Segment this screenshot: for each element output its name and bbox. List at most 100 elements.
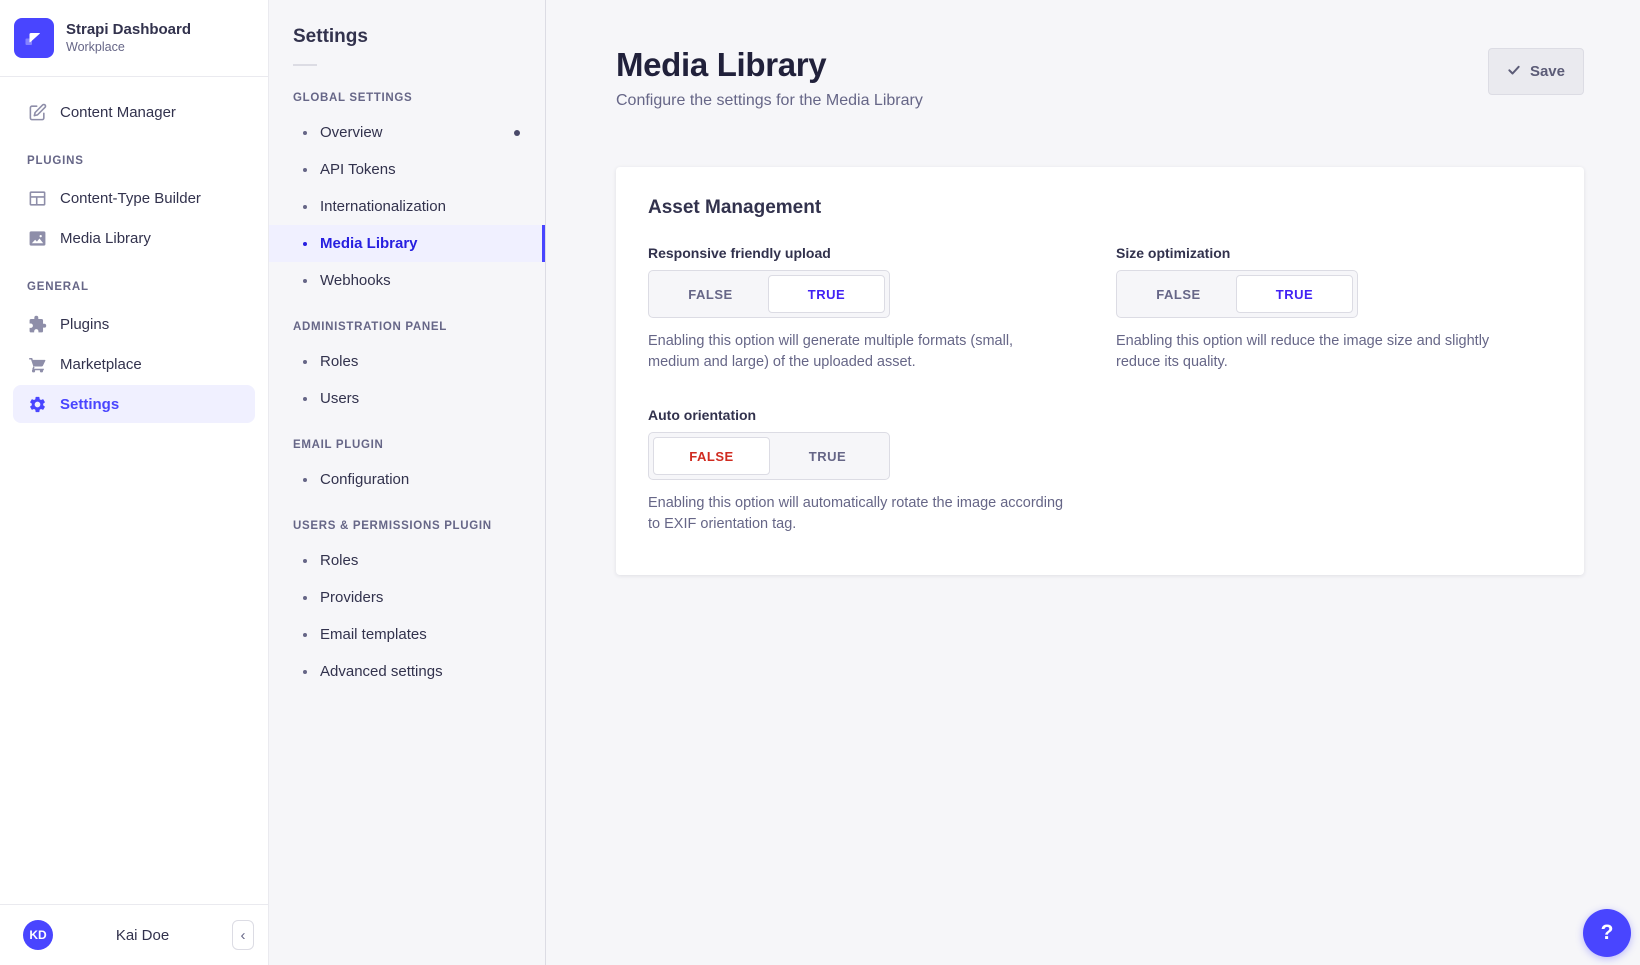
collapse-sidebar-button[interactable]: ‹: [232, 920, 254, 950]
subnav-item-overview[interactable]: Overview: [269, 114, 545, 151]
subnav-section-users-permissions-plugin: USERS & PERMISSIONS PLUGIN: [269, 498, 545, 542]
subnav-section-administration-panel: ADMINISTRATION PANEL: [269, 299, 545, 343]
sidebar-item-label: Marketplace: [60, 356, 142, 373]
bullet-dot: [303, 478, 307, 482]
layout-icon: [27, 188, 47, 208]
nav-section-plugins: PLUGINS: [0, 133, 268, 177]
subnav-item-email-configuration[interactable]: Configuration: [269, 461, 545, 498]
subnav-section-email-plugin: EMAIL PLUGIN: [269, 417, 545, 461]
subnav-item-label: Overview: [320, 124, 383, 141]
subnav-section-global-settings: GLOBAL SETTINGS: [269, 70, 545, 114]
page-header: Media Library Configure the settings for…: [616, 0, 1584, 110]
notification-dot: [514, 130, 520, 136]
subnav-divider: [293, 64, 317, 66]
sidebar-item-marketplace[interactable]: Marketplace: [13, 345, 255, 383]
subnav-item-media-library[interactable]: Media Library: [269, 225, 545, 262]
subnav-item-label: Providers: [320, 589, 383, 606]
sidebar-item-label: Plugins: [60, 316, 109, 333]
workspace-brand[interactable]: Strapi Dashboard Workplace: [0, 0, 268, 77]
bullet-dot: [303, 279, 307, 283]
toggle-option-true[interactable]: TRUE: [768, 275, 885, 313]
main-content: Media Library Configure the settings for…: [546, 0, 1640, 965]
responsive-friendly-upload-toggle: FALSE TRUE: [648, 270, 890, 318]
toggle-option-true[interactable]: TRUE: [770, 437, 885, 475]
subnav-item-label: Roles: [320, 353, 358, 370]
subnav-item-up-roles[interactable]: Roles: [269, 542, 545, 579]
sidebar-item-label: Content Manager: [60, 104, 176, 121]
cart-icon: [27, 354, 47, 374]
page-title: Media Library: [616, 46, 923, 84]
sidebar-item-label: Content-Type Builder: [60, 190, 201, 207]
subnav-item-advanced-settings[interactable]: Advanced settings: [269, 653, 545, 690]
subnav-item-label: Media Library: [320, 235, 418, 252]
bullet-dot: [303, 559, 307, 563]
field-auto-orientation: Auto orientation FALSE TRUE Enabling thi…: [648, 407, 1084, 535]
fields-grid: Responsive friendly upload FALSE TRUE En…: [648, 245, 1552, 535]
gear-icon: [27, 394, 47, 414]
nav-section-general: GENERAL: [0, 259, 268, 303]
field-hint: Enabling this option will automatically …: [648, 493, 1068, 535]
bullet-dot: [303, 596, 307, 600]
subnav-item-internationalization[interactable]: Internationalization: [269, 188, 545, 225]
subnav-item-admin-users[interactable]: Users: [269, 380, 545, 417]
sidebar-item-plugins[interactable]: Plugins: [13, 305, 255, 343]
sidebar-item-content-type-builder[interactable]: Content-Type Builder: [13, 179, 255, 217]
subnav-item-label: Configuration: [320, 471, 409, 488]
subnav-item-admin-roles[interactable]: Roles: [269, 343, 545, 380]
card-title: Asset Management: [648, 197, 1552, 219]
subnav-item-email-templates[interactable]: Email templates: [269, 616, 545, 653]
auto-orientation-toggle: FALSE TRUE: [648, 432, 890, 480]
subnav-title: Settings: [269, 26, 545, 48]
toggle-option-false[interactable]: FALSE: [653, 437, 770, 475]
toggle-option-false[interactable]: FALSE: [1121, 275, 1236, 313]
field-size-optimization: Size optimization FALSE TRUE Enabling th…: [1116, 245, 1552, 373]
main-nav-list: Content Manager PLUGINS Content-Type Bui…: [0, 77, 268, 904]
main-sidebar: Strapi Dashboard Workplace Content Manag…: [0, 0, 269, 965]
field-label: Auto orientation: [648, 407, 1084, 423]
bullet-dot: [303, 397, 307, 401]
bullet-dot: [303, 168, 307, 172]
sidebar-item-label: Media Library: [60, 230, 151, 247]
subnav-item-label: Advanced settings: [320, 663, 443, 680]
page-header-text: Media Library Configure the settings for…: [616, 46, 923, 110]
subnav-item-providers[interactable]: Providers: [269, 579, 545, 616]
sidebar-item-media-library[interactable]: Media Library: [13, 219, 255, 257]
field-hint: Enabling this option will reduce the ima…: [1116, 331, 1536, 373]
toggle-option-true[interactable]: TRUE: [1236, 275, 1353, 313]
bullet-dot: [303, 360, 307, 364]
avatar: KD: [23, 920, 53, 950]
subnav-item-label: API Tokens: [320, 161, 396, 178]
settings-subnav: Settings GLOBAL SETTINGS Overview API To…: [269, 0, 546, 965]
bullet-dot: [303, 242, 307, 246]
check-icon: [1507, 63, 1521, 81]
brand-subtitle: Workplace: [66, 39, 191, 55]
help-button[interactable]: ?: [1583, 909, 1631, 957]
chevron-left-icon: ‹: [241, 928, 246, 943]
toggle-option-false[interactable]: FALSE: [653, 275, 768, 313]
subnav-item-api-tokens[interactable]: API Tokens: [269, 151, 545, 188]
subnav-item-label: Webhooks: [320, 272, 391, 289]
subnav-item-label: Roles: [320, 552, 358, 569]
field-label: Responsive friendly upload: [648, 245, 1084, 261]
brand-title: Strapi Dashboard: [66, 21, 191, 40]
sidebar-item-label: Settings: [60, 396, 119, 413]
user-name: Kai Doe: [53, 927, 232, 944]
user-menu[interactable]: KD Kai Doe ‹: [0, 904, 268, 965]
subnav-item-label: Users: [320, 390, 359, 407]
bullet-dot: [303, 205, 307, 209]
asset-management-card: Asset Management Responsive friendly upl…: [616, 167, 1584, 575]
sidebar-item-content-manager[interactable]: Content Manager: [13, 93, 255, 131]
sidebar-item-settings[interactable]: Settings: [13, 385, 255, 423]
bullet-dot: [303, 670, 307, 674]
image-icon: [27, 228, 47, 248]
field-responsive-friendly-upload: Responsive friendly upload FALSE TRUE En…: [648, 245, 1084, 373]
bullet-dot: [303, 633, 307, 637]
subnav-item-label: Email templates: [320, 626, 427, 643]
bullet-dot: [303, 131, 307, 135]
save-button[interactable]: Save: [1488, 48, 1584, 95]
page-subtitle: Configure the settings for the Media Lib…: [616, 92, 923, 110]
question-mark-icon: ?: [1601, 921, 1614, 945]
brand-text: Strapi Dashboard Workplace: [66, 21, 191, 56]
subnav-item-webhooks[interactable]: Webhooks: [269, 262, 545, 299]
strapi-logo-icon: [14, 18, 54, 58]
